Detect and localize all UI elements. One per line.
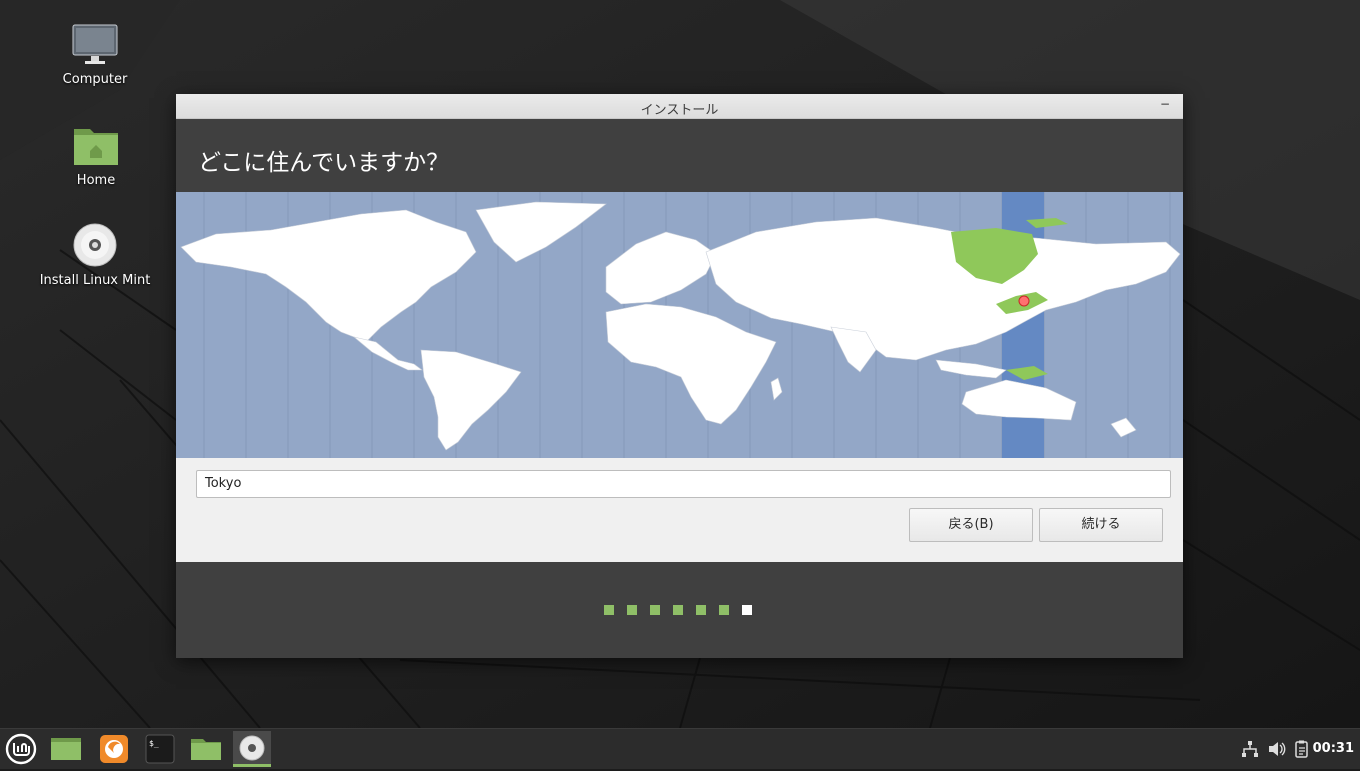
clock[interactable]: 00:31: [1313, 741, 1354, 756]
step-dot: [673, 605, 683, 615]
step-dot-current: [742, 605, 752, 615]
desktop-icon-label: Install Linux Mint: [39, 273, 151, 288]
step-indicator: [604, 605, 752, 615]
installer-task-button[interactable]: [233, 731, 271, 767]
page-header: どこに住んでいますか？: [176, 119, 1183, 193]
disc-icon: [30, 223, 160, 267]
continue-button[interactable]: 続ける: [1039, 508, 1163, 542]
files-launcher[interactable]: [187, 731, 225, 767]
network-icon[interactable]: [1240, 739, 1260, 759]
terminal-launcher[interactable]: $_: [141, 731, 179, 767]
timezone-map[interactable]: [176, 192, 1183, 458]
timezone-input[interactable]: Tokyo: [196, 470, 1171, 498]
firefox-launcher[interactable]: [95, 731, 133, 767]
mint-menu-button[interactable]: [2, 731, 40, 767]
back-button[interactable]: 戻る(B): [909, 508, 1033, 542]
desktop-icon-computer[interactable]: Computer: [30, 22, 160, 87]
terminal-icon: $_: [145, 734, 175, 764]
computer-icon: [30, 22, 160, 66]
folder-icon: [191, 739, 221, 760]
taskbar: $_ 00:31: [0, 728, 1360, 769]
show-desktop-button[interactable]: [47, 731, 85, 767]
volume-icon[interactable]: [1266, 739, 1286, 759]
desktop-icon-home[interactable]: Home: [31, 123, 161, 188]
clipboard-icon[interactable]: [1292, 739, 1312, 759]
step-dot: [719, 605, 729, 615]
window-titlebar[interactable]: インストール −: [176, 94, 1183, 119]
desktop-icon-install[interactable]: Install Linux Mint: [30, 223, 160, 288]
window-title: インストール: [640, 103, 719, 118]
disc-icon: [239, 735, 265, 761]
desktop-icon: [51, 738, 81, 760]
linux-mint-logo-icon: [5, 733, 37, 765]
firefox-icon: [100, 735, 128, 763]
desktop-icon-label: Computer: [62, 72, 128, 87]
step-dot: [604, 605, 614, 615]
location-pin: [1018, 295, 1030, 307]
progress-footer: [176, 562, 1183, 658]
installer-window: インストール − どこに住んでいますか？ Tokyo 戻る(B) 続ける: [176, 94, 1183, 658]
svg-text:$_: $_: [149, 739, 159, 748]
step-dot: [696, 605, 706, 615]
home-folder-icon: [31, 123, 161, 167]
minimize-button[interactable]: −: [1157, 96, 1173, 112]
step-dot: [627, 605, 637, 615]
step-dot: [650, 605, 660, 615]
desktop-icon-label: Home: [76, 173, 116, 188]
page-title: どこに住んでいますか？: [198, 150, 450, 176]
